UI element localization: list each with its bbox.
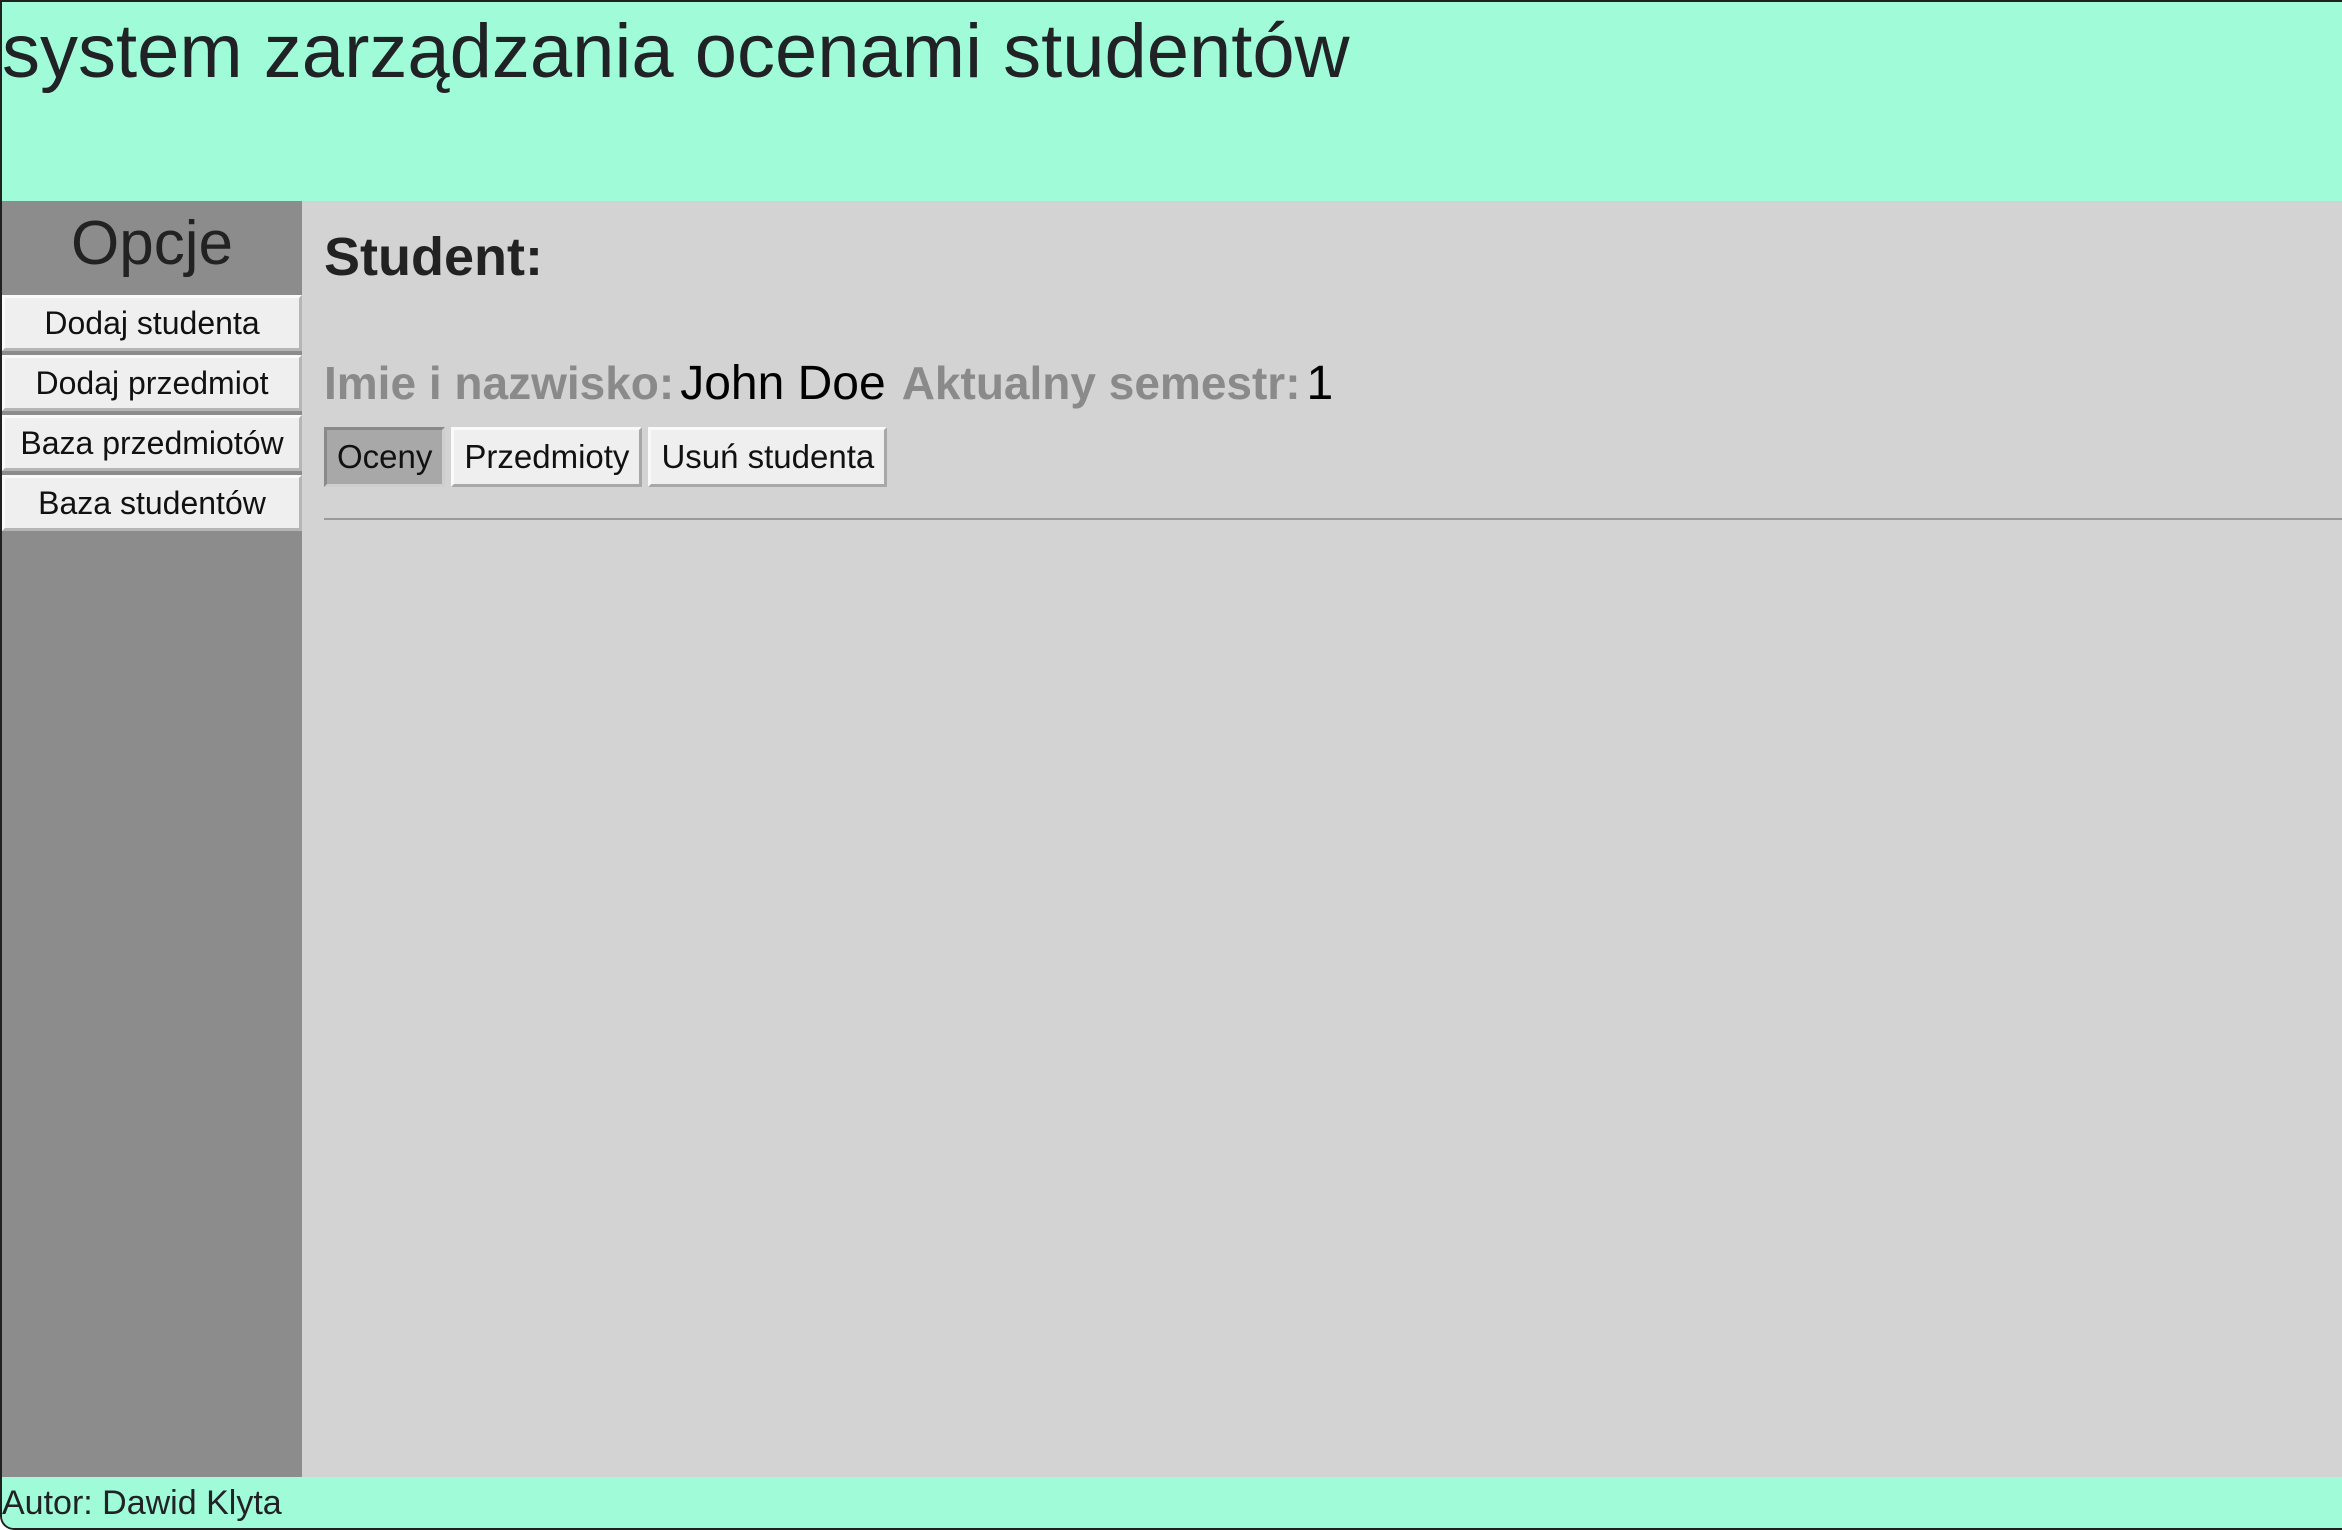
header: system zarządzania ocenami studentów (2, 2, 2342, 201)
semester-label: Aktualny semestr: (901, 357, 1301, 409)
add-student-button[interactable]: Dodaj studenta (2, 295, 302, 351)
add-subject-button[interactable]: Dodaj przedmiot (2, 355, 302, 411)
student-heading: Student: (324, 227, 543, 287)
sidebar: Opcje Dodaj studenta Dodaj przedmiot Baz… (2, 201, 302, 1477)
sidebar-title: Opcje (71, 209, 233, 278)
grades-tab-button[interactable]: Oceny (324, 427, 446, 487)
app-window: system zarządzania ocenami studentów Opc… (0, 0, 2342, 1530)
main-content: Student: Imie i nazwisko: John Doe Aktualn… (302, 201, 2342, 1477)
students-database-button[interactable]: Baza studentów (2, 475, 302, 531)
semester-value: 1 (1306, 357, 1334, 410)
delete-student-button[interactable]: Usuń studenta (648, 427, 888, 487)
subjects-database-button[interactable]: Baza przedmiotów (2, 415, 302, 471)
author-text: Autor: Dawid Klyta (2, 1484, 282, 1522)
footer: Autor: Dawid Klyta (2, 1477, 2342, 1528)
subjects-tab-button[interactable]: Przedmioty (451, 427, 643, 487)
student-actions: Oceny Przedmioty Usuń studenta (324, 427, 893, 487)
divider (324, 518, 2342, 520)
name-label: Imie i nazwisko: (324, 357, 675, 409)
page-title: system zarządzania ocenami studentów (2, 9, 1350, 94)
student-info: Imie i nazwisko: John Doe Aktualny semestr… (324, 351, 1349, 415)
name-value: John Doe (680, 357, 886, 410)
